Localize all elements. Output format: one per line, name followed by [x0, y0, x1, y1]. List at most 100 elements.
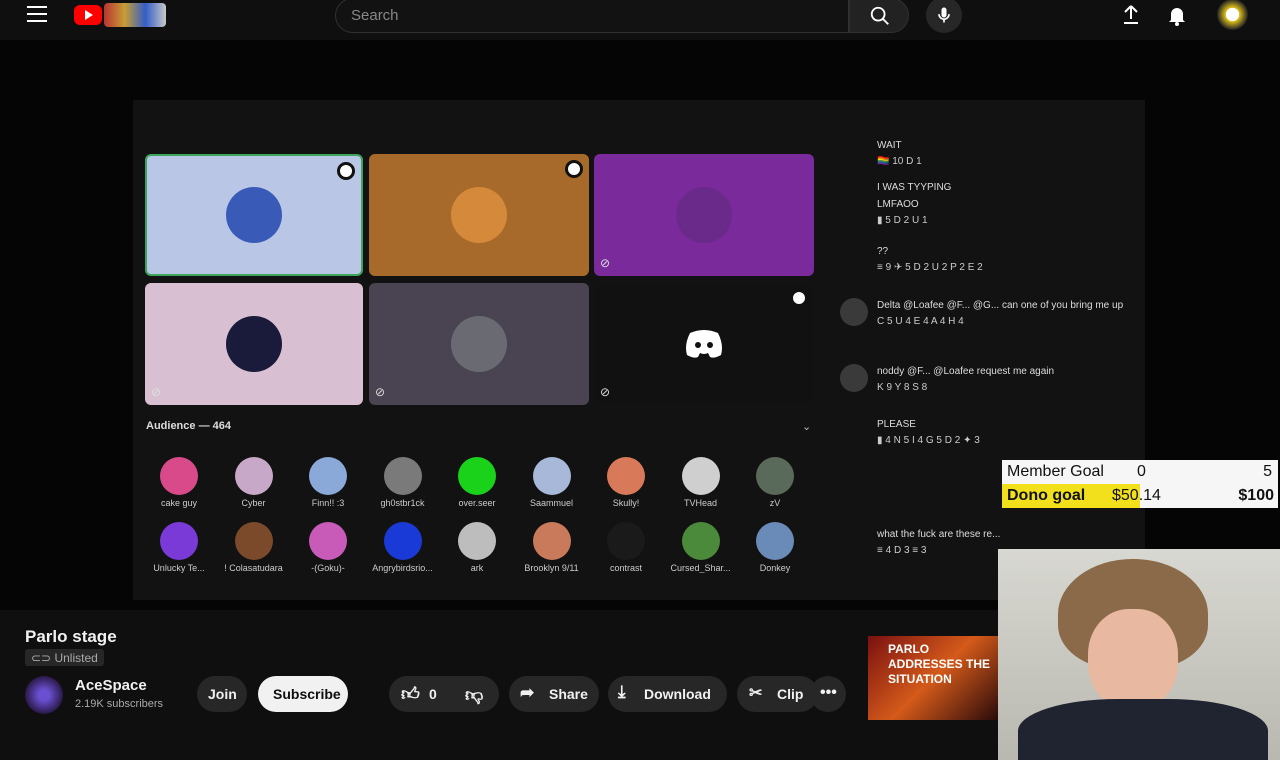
- audience-member[interactable]: gh0stbr1ck: [367, 457, 439, 508]
- clip-label: Clip: [777, 686, 804, 702]
- link-icon: ⊂⊃: [31, 651, 55, 665]
- audience-name: Saammuel: [529, 498, 574, 508]
- audience-avatar: [383, 522, 422, 560]
- chat-reactions[interactable]: C 5 U 4 E 4 A 4 H 4: [877, 316, 964, 327]
- muted-mic-icon: ⊘: [600, 256, 611, 270]
- search-button[interactable]: [849, 0, 909, 33]
- audience-name: ark: [470, 563, 484, 573]
- audience-avatar: [383, 457, 422, 495]
- audience-member[interactable]: TVHead: [665, 457, 737, 508]
- upload-icon[interactable]: [1119, 3, 1143, 27]
- audience-name: TVHead: [683, 498, 718, 508]
- audience-member[interactable]: ark: [441, 522, 513, 573]
- speaker-avatar: [451, 187, 507, 243]
- audience-avatar: [234, 457, 273, 495]
- share-label: Share: [549, 686, 588, 702]
- account-avatar[interactable]: [1217, 0, 1248, 30]
- audience-name: Brooklyn 9/11: [524, 563, 579, 573]
- like-dislike-group: 👍︎ 0 👎︎: [389, 676, 499, 712]
- audience-avatar: [532, 522, 571, 560]
- audience-avatar: [756, 457, 794, 495]
- speaker-badge-icon: [790, 289, 808, 307]
- audience-member[interactable]: ! Colasatudara: [218, 522, 290, 573]
- channel-avatar[interactable]: [25, 676, 63, 714]
- chat-user-avatar: [840, 364, 868, 392]
- audience-member[interactable]: Unlucky Te...: [143, 522, 215, 573]
- chat-reactions[interactable]: ▮ 4 N 5 I 4 G 5 D 2 ✦ 3: [877, 435, 980, 446]
- dono-goal-current: $50.14: [1112, 487, 1161, 504]
- goal-overlay: Member Goal 0 5 Dono goal $50.14 $100: [1002, 460, 1278, 508]
- discord-icon: [686, 330, 722, 358]
- audience-member[interactable]: Cyber: [218, 457, 290, 508]
- subscribe-button[interactable]: Subscribe: [258, 676, 348, 712]
- chat-reactions[interactable]: ▮ 5 D 2 U 1: [877, 215, 928, 226]
- audience-member[interactable]: -(Goku)-: [292, 522, 364, 573]
- voice-search-button[interactable]: [926, 0, 962, 33]
- member-goal-current: 0: [1137, 463, 1146, 480]
- download-label: Download: [644, 686, 711, 702]
- subscriber-count: 2.19K subscribers: [75, 698, 164, 710]
- search-input[interactable]: Search: [335, 0, 849, 33]
- chat-user-avatar: [840, 298, 868, 326]
- youtube-play-icon: [74, 5, 102, 25]
- clip-button[interactable]: ✂ Clip: [737, 676, 818, 712]
- audience-member[interactable]: Finn!! :3: [292, 457, 364, 508]
- chat-reactions[interactable]: 🏳️‍🌈 10 D 1: [877, 156, 922, 167]
- audience-name: Skully!: [612, 498, 640, 508]
- download-button[interactable]: ⤓ Download: [608, 676, 727, 712]
- speaker-tile: ⊘: [145, 283, 363, 405]
- audience-avatar: [681, 522, 720, 560]
- notifications-bell-icon[interactable]: [1165, 3, 1189, 27]
- audience-member[interactable]: Angrybirdsrio...: [367, 522, 439, 573]
- audience-name: cake guy: [160, 498, 198, 508]
- chat-message-text: LMFAOO: [877, 199, 919, 210]
- speaker-badge-icon: [565, 160, 583, 178]
- muted-mic-icon: ⊘: [600, 385, 611, 399]
- chat-message-text: what the fuck are these re...: [877, 529, 1001, 540]
- video-title: Parlo stage: [25, 627, 117, 646]
- audience-member[interactable]: zV: [739, 457, 811, 508]
- chat-reactions[interactable]: ≡ 9 ✈ 5 D 2 U 2 P 2 E 2: [877, 262, 983, 273]
- chat-message-text: ??: [877, 246, 889, 257]
- streamer-body: [1018, 699, 1268, 760]
- audience-name: Donkey: [759, 563, 791, 573]
- audience-avatar: [681, 457, 720, 495]
- dono-goal-row: Dono goal $50.14 $100: [1002, 484, 1278, 508]
- audience-member[interactable]: contrast: [590, 522, 662, 573]
- audience-member[interactable]: cake guy: [143, 457, 215, 508]
- streamer-face: [1088, 609, 1178, 709]
- audience-member[interactable]: over.seer: [441, 457, 513, 508]
- audience-name: ! Colasatudara: [224, 563, 283, 573]
- dono-goal-label: Dono goal: [1007, 487, 1086, 504]
- scissors-icon: ✂: [749, 685, 763, 702]
- audience-member[interactable]: Saammuel: [516, 457, 588, 508]
- audience-avatar: [607, 457, 645, 495]
- recommended-video-thumbnail[interactable]: PARLO ADDRESSES THE SITUATION: [868, 636, 998, 720]
- speaker-avatar: [451, 316, 507, 372]
- streamer-webcam: [998, 549, 1280, 760]
- audience-member[interactable]: Donkey: [739, 522, 811, 573]
- audience-member[interactable]: Cursed_Shar...: [665, 522, 737, 573]
- muted-mic-icon: ⊘: [151, 385, 162, 399]
- masthead: Search: [0, 0, 1280, 33]
- chevron-down-icon[interactable]: ⌄: [802, 420, 811, 433]
- menu-icon[interactable]: [27, 6, 47, 24]
- speaker-tile: ⊘: [594, 154, 814, 276]
- dislike-icon[interactable]: 👎︎: [465, 684, 483, 706]
- like-button[interactable]: 👍︎: [401, 683, 420, 705]
- speaker-avatar: [226, 316, 282, 372]
- audience-member[interactable]: Brooklyn 9/11: [516, 522, 588, 573]
- youtube-logo[interactable]: [74, 3, 166, 27]
- channel-name[interactable]: AceSpace: [75, 677, 147, 694]
- speaker-tile: ⊘: [594, 283, 814, 405]
- audience-member[interactable]: Skully!: [590, 457, 662, 508]
- share-button[interactable]: ➦ Share: [509, 676, 599, 712]
- chat-reactions[interactable]: K 9 Y 8 S 8: [877, 382, 927, 393]
- unlisted-badge: ⊂⊃ Unlisted: [25, 649, 104, 666]
- join-button[interactable]: Join: [197, 676, 247, 712]
- more-actions-button[interactable]: •••: [810, 676, 846, 712]
- audience-avatar: [607, 522, 645, 560]
- chat-reactions[interactable]: ≡ 4 D 3 ≡ 3: [877, 545, 926, 556]
- video-player[interactable]: ⊘ ⊘ ⊘ ⊘ Audience — 464 ⌄ cake guy Cyber Fi…: [0, 40, 1280, 760]
- speaker-avatar: [676, 187, 732, 243]
